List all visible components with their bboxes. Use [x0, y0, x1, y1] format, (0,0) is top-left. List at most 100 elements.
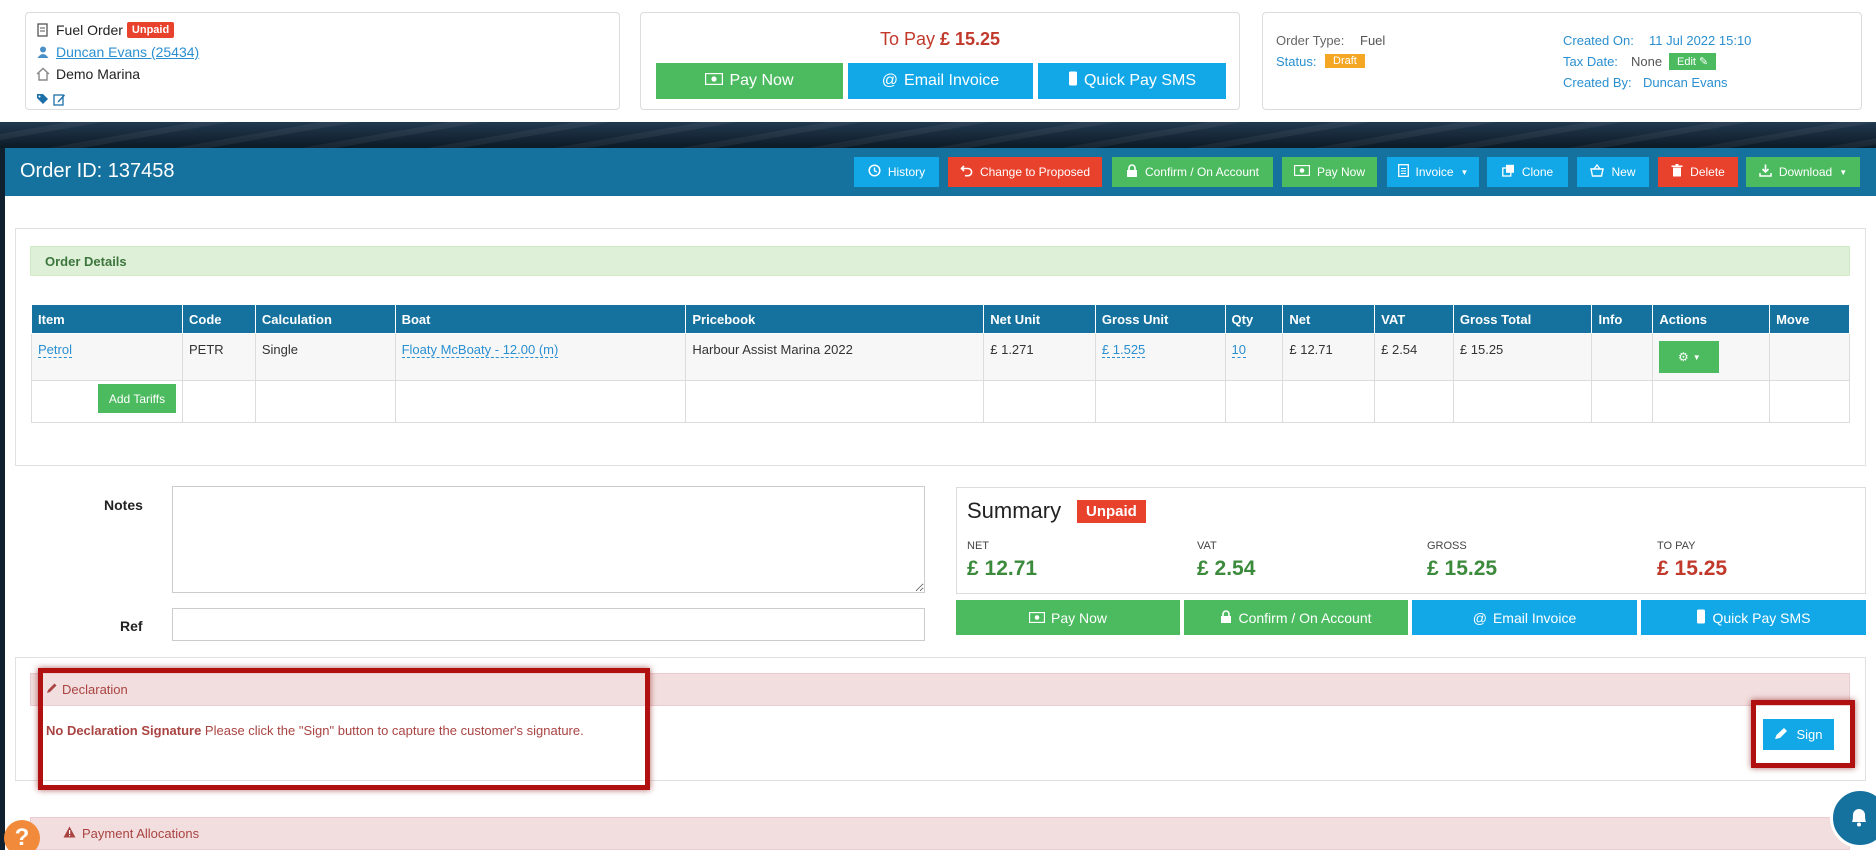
- document-icon: [36, 23, 50, 37]
- created-by-value: Duncan Evans: [1643, 75, 1728, 90]
- gross-total-cell: £ 15.25: [1452, 333, 1593, 381]
- summary-email-invoice-label: Email Invoice: [1492, 609, 1577, 626]
- highlight-box: [38, 668, 650, 790]
- to-pay-label: TO PAY: [1657, 540, 1696, 552]
- new-button[interactable]: New: [1577, 157, 1649, 187]
- clone-icon: [1501, 164, 1515, 180]
- caret-down-icon: ▼: [1692, 352, 1701, 362]
- table-row: Petrol PETR Single Floaty McBoaty - 12.0…: [31, 333, 1850, 381]
- item-link[interactable]: Petrol: [38, 342, 72, 358]
- add-tariffs-cell: Add Tariffs: [31, 380, 183, 423]
- ref-input[interactable]: [172, 608, 925, 641]
- column-header: Net Unit: [983, 304, 1096, 334]
- order-toolbar: Order ID: 137458 History Change to Propo…: [5, 148, 1876, 196]
- column-header: Code: [182, 304, 256, 334]
- tag-icon[interactable]: [36, 93, 49, 106]
- mobile-icon: [1068, 71, 1078, 91]
- clone-label: Clone: [1521, 165, 1554, 179]
- add-tariffs-button[interactable]: Add Tariffs: [98, 384, 176, 413]
- help-button[interactable]: ?: [4, 820, 40, 850]
- column-header: Calculation: [254, 304, 396, 334]
- summary-email-invoice-button[interactable]: @ Email Invoice: [1412, 600, 1637, 635]
- email-invoice-button[interactable]: @ Email Invoice: [848, 63, 1033, 99]
- move-cell: [1769, 333, 1850, 381]
- summary-vat: VAT £ 2.54: [1197, 540, 1255, 581]
- delete-button[interactable]: Delete: [1658, 157, 1738, 187]
- quick-pay-sms-label: Quick Pay SMS: [1083, 72, 1197, 89]
- summary-quick-pay-sms-label: Quick Pay SMS: [1712, 609, 1811, 626]
- edit-label: Edit: [1677, 56, 1696, 68]
- summary-confirm-button[interactable]: Confirm / On Account: [1184, 600, 1408, 635]
- qty-cell: 10: [1224, 333, 1284, 381]
- column-header: Info: [1591, 304, 1654, 334]
- column-header: VAT: [1374, 304, 1454, 334]
- item-cell: Petrol: [31, 333, 183, 381]
- invoice-icon: [1397, 164, 1409, 180]
- marina-name: Demo Marina: [56, 66, 141, 82]
- money-icon: [1293, 164, 1311, 179]
- summary-title: Summary: [967, 498, 1062, 523]
- actions-cell: ⚙ ▼: [1652, 333, 1771, 381]
- download-icon: [1759, 164, 1772, 180]
- summary-pay-now-label: Pay Now: [1050, 609, 1108, 626]
- lock-icon: [1126, 164, 1138, 180]
- invoice-dropdown-button[interactable]: Invoice ▼: [1387, 157, 1479, 187]
- tax-date-label: Tax Date:: [1563, 54, 1618, 69]
- quick-pay-sms-button[interactable]: Quick Pay SMS: [1038, 63, 1226, 99]
- gross-label: GROSS: [1427, 540, 1467, 552]
- column-header: Move: [1769, 304, 1850, 334]
- calculation-cell: Single: [254, 333, 396, 381]
- mobile-icon: [1696, 609, 1706, 627]
- history-button[interactable]: History: [854, 157, 939, 187]
- summary-quick-pay-sms-button[interactable]: Quick Pay SMS: [1641, 600, 1866, 635]
- confirm-on-account-button[interactable]: Confirm / On Account: [1112, 157, 1273, 187]
- invoice-label: Invoice: [1415, 165, 1454, 179]
- table-header-row: Item Code Calculation Boat Pricebook Net…: [31, 304, 1850, 334]
- qty-link[interactable]: 10: [1231, 342, 1246, 358]
- status-badge: Draft: [1325, 54, 1365, 68]
- order-details-heading: Order Details: [30, 246, 1850, 276]
- net-cell: £ 12.71: [1282, 333, 1376, 381]
- pay-now-button[interactable]: Pay Now: [656, 63, 843, 99]
- pricebook-cell: Harbour Assist Marina 2022: [685, 333, 985, 381]
- column-header: Pricebook: [685, 304, 985, 334]
- tax-date-value: None: [1631, 54, 1663, 69]
- toolbar-pay-now-button[interactable]: Pay Now: [1282, 157, 1377, 187]
- to-pay-value: £ 15.25: [1657, 557, 1728, 580]
- pay-now-label: Pay Now: [729, 72, 794, 89]
- user-icon: [36, 45, 50, 59]
- new-label: New: [1611, 165, 1636, 179]
- customer-link[interactable]: Duncan Evans (25434): [56, 44, 199, 60]
- order-type-value: Fuel: [1360, 33, 1386, 48]
- row-actions-button[interactable]: ⚙ ▼: [1659, 341, 1720, 373]
- ref-label: Ref: [120, 618, 143, 634]
- summary-pay-now-button[interactable]: Pay Now: [956, 600, 1180, 635]
- info-cell: [1591, 333, 1654, 381]
- change-to-proposed-button[interactable]: Change to Proposed: [948, 157, 1102, 187]
- highlight-box: [1751, 700, 1855, 768]
- column-header: Gross Unit: [1094, 304, 1226, 334]
- edit-tax-date-button[interactable]: Edit ✎: [1669, 53, 1717, 70]
- download-label: Download: [1778, 165, 1833, 179]
- download-dropdown-button[interactable]: Download ▼: [1746, 157, 1860, 187]
- question-icon: ?: [14, 824, 30, 850]
- order-items-table: Item Code Calculation Boat Pricebook Net…: [31, 304, 1850, 423]
- lock-icon: [1220, 609, 1232, 626]
- change-to-proposed-label: Change to Proposed: [979, 165, 1091, 179]
- created-by-label: Created By:: [1563, 75, 1632, 90]
- caret-down-icon: ▼: [1460, 167, 1469, 177]
- column-header: Qty: [1224, 304, 1284, 334]
- gross-unit-link[interactable]: £ 1.525: [1101, 342, 1146, 358]
- column-header: Actions: [1652, 304, 1771, 334]
- at-icon: @: [1472, 609, 1487, 626]
- trash-icon: [1671, 164, 1683, 180]
- clone-button[interactable]: Clone: [1487, 157, 1568, 187]
- net-value: £ 12.71: [967, 557, 1038, 580]
- at-icon: @: [881, 72, 899, 89]
- edit-icon[interactable]: [53, 93, 66, 106]
- email-invoice-label: Email Invoice: [904, 72, 1000, 89]
- net-label: NET: [967, 540, 989, 552]
- notes-textarea[interactable]: [172, 486, 925, 593]
- home-icon: [36, 67, 50, 81]
- boat-link[interactable]: Floaty McBoaty - 12.00 (m): [401, 342, 559, 358]
